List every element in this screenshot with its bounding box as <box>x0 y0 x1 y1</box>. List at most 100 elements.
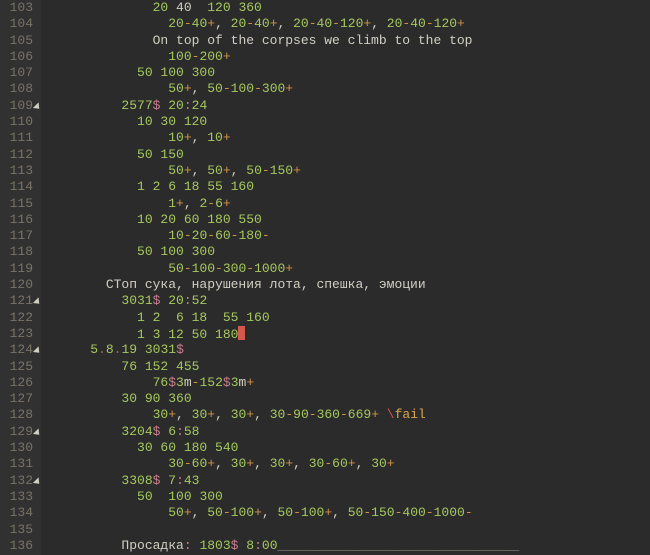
code-line[interactable]: 76$3m-152$3m+ <box>59 375 519 391</box>
line-number[interactable]: 114 <box>5 179 33 195</box>
code-line[interactable]: 10 20 60 180 550 <box>59 212 519 228</box>
line-number[interactable]: 122 <box>5 310 33 326</box>
line-number[interactable]: 125 <box>5 359 33 375</box>
token: 10 <box>168 228 184 243</box>
code-line[interactable] <box>59 522 519 538</box>
line-number[interactable]: 128 <box>5 407 33 423</box>
token: 20 <box>168 16 184 31</box>
token: : <box>184 538 200 553</box>
line-number[interactable]: 121 <box>5 293 33 309</box>
token: 10 <box>168 130 184 145</box>
code-line[interactable]: 2577$ 20:24 <box>59 98 519 114</box>
code-line[interactable]: 30 90 360 <box>59 391 519 407</box>
line-number[interactable]: 110 <box>5 114 33 130</box>
code-line[interactable]: On top of the corpses we climb to the to… <box>59 33 519 49</box>
token: 100 <box>301 505 324 520</box>
code-line[interactable]: 5.8.19 3031$ <box>59 342 519 358</box>
line-number[interactable]: 109 <box>5 98 33 114</box>
token: , <box>215 407 231 422</box>
code-line[interactable]: 3204$ 6:58 <box>59 424 519 440</box>
token: 40 <box>192 16 208 31</box>
token: 3204 <box>121 424 152 439</box>
code-line[interactable]: 50 100 300 <box>59 244 519 260</box>
line-number[interactable]: 135 <box>5 522 33 538</box>
token: 76 152 455 <box>121 359 199 374</box>
line-number[interactable]: 118 <box>5 244 33 260</box>
token: 50 <box>207 505 223 520</box>
code-line[interactable]: 50+, 50-100-300+ <box>59 81 519 97</box>
token: , <box>176 407 192 422</box>
token: $ <box>153 98 169 113</box>
token: 50 <box>168 505 184 520</box>
token: 100 300 <box>168 489 223 504</box>
line-number[interactable]: 115 <box>5 196 33 212</box>
line-number[interactable]: 103 <box>5 0 33 16</box>
token: Просадка <box>121 538 183 553</box>
line-number[interactable]: 127 <box>5 391 33 407</box>
code-line[interactable]: 3308$ 7:43 <box>59 473 519 489</box>
code-line[interactable]: 30 60 180 540 <box>59 440 519 456</box>
token: 300 <box>223 261 246 276</box>
line-number[interactable]: 104 <box>5 16 33 32</box>
line-number[interactable]: 123 <box>5 326 33 342</box>
code-line[interactable]: 1 3 12 50 180 <box>59 326 519 342</box>
line-number[interactable]: 116 <box>5 212 33 228</box>
line-number[interactable]: 106 <box>5 49 33 65</box>
line-number[interactable]: 126 <box>5 375 33 391</box>
token: + <box>285 81 293 96</box>
line-number[interactable]: 120 <box>5 277 33 293</box>
token: m <box>184 375 192 390</box>
code-line[interactable]: 30-60+, 30+, 30+, 30-60+, 30+ <box>59 456 519 472</box>
token: 50 <box>348 505 364 520</box>
code-line[interactable]: 10+, 10+ <box>59 130 519 146</box>
token: - <box>184 261 192 276</box>
code-line[interactable]: 100-200+ <box>59 49 519 65</box>
code-line[interactable]: 50+, 50-100+, 50-100+, 50-150-400-1000- <box>59 505 519 521</box>
line-number[interactable]: 131 <box>5 456 33 472</box>
line-number[interactable]: 107 <box>5 65 33 81</box>
token: + <box>223 196 231 211</box>
line-number[interactable]: 134 <box>5 505 33 521</box>
token: + <box>223 130 231 145</box>
line-number[interactable]: 119 <box>5 261 33 277</box>
code-area[interactable]: 20 40 120 360 20-40+, 20-40+, 20-40-120+… <box>41 0 519 555</box>
code-line[interactable]: СТоп сука, нарушения лота, спешка, эмоци… <box>59 277 519 293</box>
token: 50 <box>207 81 223 96</box>
token: 8 <box>106 342 114 357</box>
code-line[interactable]: 30+, 30+, 30+, 30-90-360-669+ \fail <box>59 407 519 423</box>
line-number[interactable]: 130 <box>5 440 33 456</box>
line-number[interactable]: 132 <box>5 473 33 489</box>
line-number[interactable]: 136 <box>5 538 33 554</box>
code-line[interactable]: 3031$ 20:52 <box>59 293 519 309</box>
token: 100 <box>192 261 215 276</box>
code-line[interactable]: 1+, 2-6+ <box>59 196 519 212</box>
code-line[interactable]: 50-100-300-1000+ <box>59 261 519 277</box>
code-line[interactable]: 76 152 455 <box>59 359 519 375</box>
line-number[interactable]: 105 <box>5 33 33 49</box>
code-line[interactable]: 10-20-60-180- <box>59 228 519 244</box>
code-line[interactable]: 1 2 6 18 55 160 <box>59 179 519 195</box>
code-line[interactable]: 50 100 300 <box>59 65 519 81</box>
code-line[interactable]: Просадка: 1803$ 8:00____________________… <box>59 538 519 554</box>
line-number[interactable]: 113 <box>5 163 33 179</box>
code-line[interactable]: 50 100 300 <box>59 489 519 505</box>
line-number[interactable]: 111 <box>5 130 33 146</box>
line-number[interactable]: 112 <box>5 147 33 163</box>
code-line[interactable]: 1 2 6 18 55 160 <box>59 310 519 326</box>
line-number[interactable]: 133 <box>5 489 33 505</box>
code-line[interactable]: 10 30 120 <box>59 114 519 130</box>
token: - <box>223 81 231 96</box>
token: - <box>246 261 254 276</box>
token: 50 <box>278 505 294 520</box>
line-number[interactable]: 117 <box>5 228 33 244</box>
token: 30 90 360 <box>121 391 191 406</box>
line-number[interactable]: 108 <box>5 81 33 97</box>
code-line[interactable]: 20 40 120 360 <box>59 0 519 16</box>
code-line[interactable]: 20-40+, 20-40+, 20-40-120+, 20-40-120+ <box>59 16 519 32</box>
code-line[interactable]: 50 150 <box>59 147 519 163</box>
line-number[interactable]: 124 <box>5 342 33 358</box>
line-number[interactable]: 129 <box>5 424 33 440</box>
token: + <box>246 456 254 471</box>
line-number-gutter[interactable]: 1031041051061071081091101111121131141151… <box>0 0 41 555</box>
code-line[interactable]: 50+, 50+, 50-150+ <box>59 163 519 179</box>
